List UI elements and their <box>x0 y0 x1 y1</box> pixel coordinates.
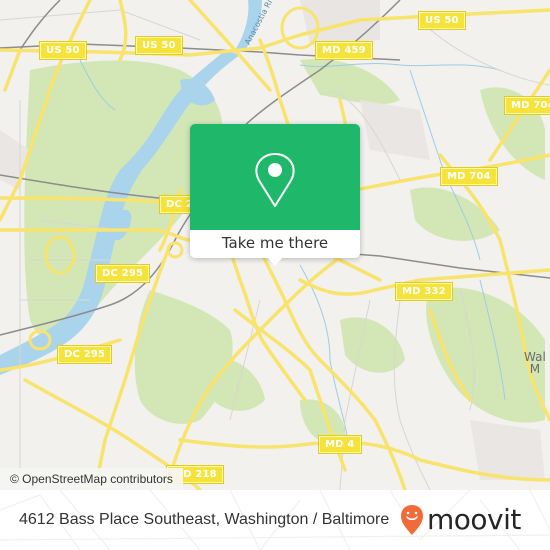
footer-bar: 4612 Bass Place Southeast, Washington / … <box>0 490 550 550</box>
take-me-there-button[interactable]: Take me there <box>190 230 360 258</box>
road-shield-us-50: US 50 <box>39 41 87 60</box>
map-view[interactable]: Anacostia River US 50 US 50 US 50 MD 459… <box>0 0 550 490</box>
road-shield-us-50: US 50 <box>135 36 183 55</box>
road-shield-dc-295: DC 295 <box>56 345 113 364</box>
road-shield-us-50: US 50 <box>418 11 466 30</box>
road-shield-dc-295: DC 295 <box>94 264 151 283</box>
address-text: 4612 Bass Place Southeast, Washington / … <box>19 511 390 528</box>
location-pin-icon <box>255 153 295 207</box>
road-shield-md-459: MD 459 <box>315 41 373 60</box>
road-shield-md-332: MD 332 <box>395 282 453 301</box>
popup-pointer <box>268 258 282 266</box>
place-label-walker-mill: Wal M <box>524 350 546 376</box>
road-shield-md-704: MD 704 <box>440 167 498 186</box>
road-shield-md-4: MD 4 <box>318 435 362 454</box>
moovit-pin-icon <box>401 505 423 535</box>
map-attribution[interactable]: © OpenStreetMap contributors <box>0 468 183 490</box>
moovit-wordmark: moovit <box>427 503 521 536</box>
moovit-logo[interactable]: moovit <box>399 502 521 538</box>
location-popup: Take me there <box>190 124 360 266</box>
road-shield-md-704: MD 704 <box>504 96 550 115</box>
popup-header <box>190 124 360 230</box>
